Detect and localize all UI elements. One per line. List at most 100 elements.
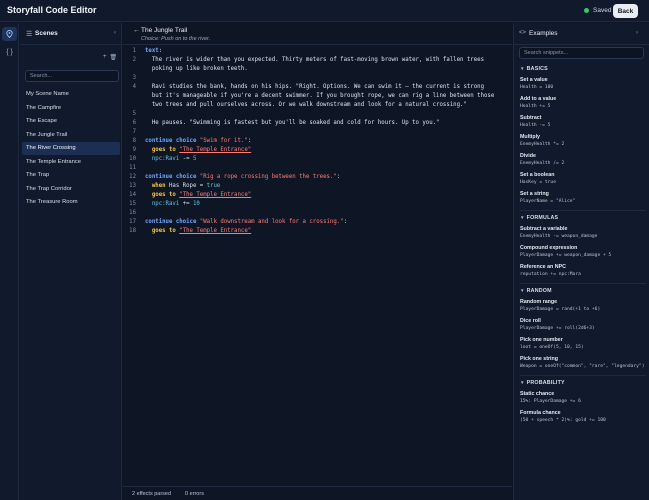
- code-token[interactable]: "The Temple Entrance": [179, 228, 251, 234]
- example-snippet[interactable]: Set a value Health = 100: [520, 77, 646, 91]
- scene-item[interactable]: The River Crossing: [22, 142, 120, 155]
- example-snippet[interactable]: Multiply EnemyHealth *= 2: [520, 134, 646, 148]
- line-text: npc:Ravi -= 5: [145, 155, 197, 164]
- scene-item[interactable]: The Temple Entrance: [22, 156, 120, 169]
- saved-dot-icon: [584, 8, 589, 13]
- example-snippet[interactable]: Pick one number loot = oneOf(5, 10, 15): [520, 337, 646, 351]
- arrow-left-icon[interactable]: ←: [133, 27, 140, 34]
- code-token: -=: [179, 156, 193, 162]
- code-token: 5: [192, 156, 197, 162]
- example-snippet[interactable]: Dice roll PlayerDamage += roll(2d6+3): [520, 318, 646, 332]
- map-pin-icon[interactable]: [2, 27, 17, 41]
- example-section-header[interactable]: ▼ FORMULAS: [520, 213, 646, 222]
- save-status: Saved: [584, 7, 611, 14]
- example-snippet[interactable]: Pick one string Weapon = oneOf("common", …: [520, 356, 646, 370]
- chevron-right-icon[interactable]: ›: [636, 30, 638, 36]
- scene-search-input[interactable]: [25, 70, 119, 82]
- snippet-code: EnemyHealth -= weapon_damage: [520, 234, 598, 239]
- example-snippet[interactable]: Divide EnemyHealth /= 2: [520, 153, 646, 167]
- line-number: 14: [129, 192, 136, 198]
- scene-item[interactable]: The Trap Corridor: [22, 183, 120, 196]
- add-scene-icon[interactable]: +: [103, 54, 107, 61]
- line-number: 16: [129, 210, 136, 216]
- snippet-label: Compound expression: [520, 245, 578, 251]
- example-snippet[interactable]: Static chance 15%: PlayerDamage += 6: [520, 391, 646, 405]
- example-snippet[interactable]: Add to a value Health += 5: [520, 96, 646, 110]
- code-line: 12 continue choice "Rig a rope crossing b…: [123, 173, 512, 182]
- line-text: continue choice "Swim for it.":: [145, 137, 251, 146]
- example-snippet[interactable]: Set a string PlayerName = "Alice": [520, 191, 646, 205]
- snippet-label: Pick one number: [520, 337, 563, 343]
- section-divider: [520, 210, 646, 211]
- line-text: He pauses. "Swimming is fastest but you'…: [145, 119, 440, 128]
- code-token: poking up like broken teeth.: [145, 66, 248, 72]
- code-editor[interactable]: 1 text: 2 The river is wider than you expe…: [123, 46, 512, 486]
- line-number: 12: [129, 174, 136, 180]
- examples-title: Examples: [529, 30, 558, 37]
- delete-scene-icon[interactable]: 🗑: [110, 54, 118, 61]
- error-count: 0 errors: [185, 491, 204, 497]
- code-line: 5: [123, 110, 512, 119]
- scenes-icon: ☰: [26, 31, 33, 38]
- example-snippet[interactable]: Formula chance (50 + speech * 2)%: gold +…: [520, 410, 646, 424]
- scenes-toolbar: + 🗑: [103, 54, 117, 61]
- scenes-header: ☰ Scenes ‹: [20, 23, 122, 45]
- example-section-header[interactable]: ▼ PROBABILITY: [520, 378, 646, 387]
- snippet-label: Add to a value: [520, 96, 557, 102]
- braces-icon[interactable]: { }: [2, 45, 17, 59]
- example-section-header[interactable]: ▼ BASICS: [520, 64, 646, 73]
- scene-item[interactable]: The Treasure Room: [22, 196, 120, 209]
- example-snippet[interactable]: Subtract a variable EnemyHealth -= weapon…: [520, 226, 646, 240]
- line-number: 15: [129, 201, 136, 207]
- code-token[interactable]: "The Temple Entrance": [179, 147, 251, 153]
- scene-item[interactable]: My Scene Name: [22, 88, 120, 101]
- code-line: 11: [123, 164, 512, 173]
- example-snippet[interactable]: Set a boolean HasKey = true: [520, 172, 646, 186]
- code-line: two trees and pull ourselves across. Or …: [123, 101, 512, 110]
- code-line: 13 when Has Rope = true: [123, 182, 512, 191]
- snippet-code: Health -= 5: [520, 123, 551, 128]
- code-token: 10: [192, 201, 200, 207]
- code-token: goes to: [151, 147, 180, 153]
- scene-item[interactable]: The Campfire: [22, 102, 120, 115]
- code-token: Ravi studies the bank, hands on his hips…: [145, 84, 484, 90]
- snippet-code: PlayerDamage = rand(+1 to +6): [520, 307, 601, 312]
- example-snippet[interactable]: Subtract Health -= 5: [520, 115, 646, 129]
- scene-title: The Jungle Trail: [141, 27, 188, 34]
- effects-count: 2 effects parsed: [132, 491, 172, 497]
- saved-label: Saved: [593, 7, 612, 14]
- example-snippet[interactable]: Compound expression PlayerDamage += weapo…: [520, 245, 646, 259]
- snippet-label: Multiply: [520, 134, 541, 140]
- code-line: 3: [123, 74, 512, 83]
- line-text: goes to "The Temple Entrance": [145, 146, 251, 155]
- scenes-panel: ☰ Scenes ‹ + 🗑 My Scene NameThe Campfire…: [20, 23, 122, 500]
- code-line: 8 continue choice "Swim for it.":: [123, 137, 512, 146]
- snippet-label: Set a value: [520, 77, 548, 83]
- line-text: npc:Ravi += 10: [145, 200, 200, 209]
- code-line: 17 continue choice "Walk downstream and l…: [123, 218, 512, 227]
- code-token[interactable]: "The Temple Entrance": [179, 192, 251, 198]
- scene-item[interactable]: The Escape: [22, 115, 120, 128]
- snippet-label: Subtract: [520, 115, 542, 121]
- scene-item[interactable]: The Jungle Trail: [22, 129, 120, 142]
- example-section-header[interactable]: ▼ RANDOM: [520, 286, 646, 295]
- back-button[interactable]: Back: [613, 4, 638, 18]
- code-line: 2 The river is wider than you expected. …: [123, 56, 512, 65]
- snippet-code: 15%: PlayerDamage += 6: [520, 399, 581, 404]
- snippet-code: Health = 100: [520, 85, 554, 90]
- line-text: goes to "The Temple Entrance": [145, 191, 251, 200]
- scene-item[interactable]: The Trap: [22, 169, 120, 182]
- line-number: 7: [132, 129, 136, 135]
- code-token: He pauses. "Swimming is fastest but you'…: [145, 120, 440, 126]
- snippet-label: Formula chance: [520, 410, 561, 416]
- code-token: continue choice: [145, 219, 200, 225]
- example-snippet[interactable]: Reference an NPC reputation += npc:Mara: [520, 264, 646, 278]
- section-divider: [520, 375, 646, 376]
- snippet-search-input[interactable]: [519, 47, 644, 59]
- chevron-left-icon[interactable]: ‹: [114, 30, 116, 36]
- example-snippet[interactable]: Random range PlayerDamage = rand(+1 to +6…: [520, 299, 646, 313]
- example-section-title: BASICS: [526, 66, 548, 72]
- snippet-label: Dice roll: [520, 318, 541, 324]
- line-number: 5: [132, 111, 136, 117]
